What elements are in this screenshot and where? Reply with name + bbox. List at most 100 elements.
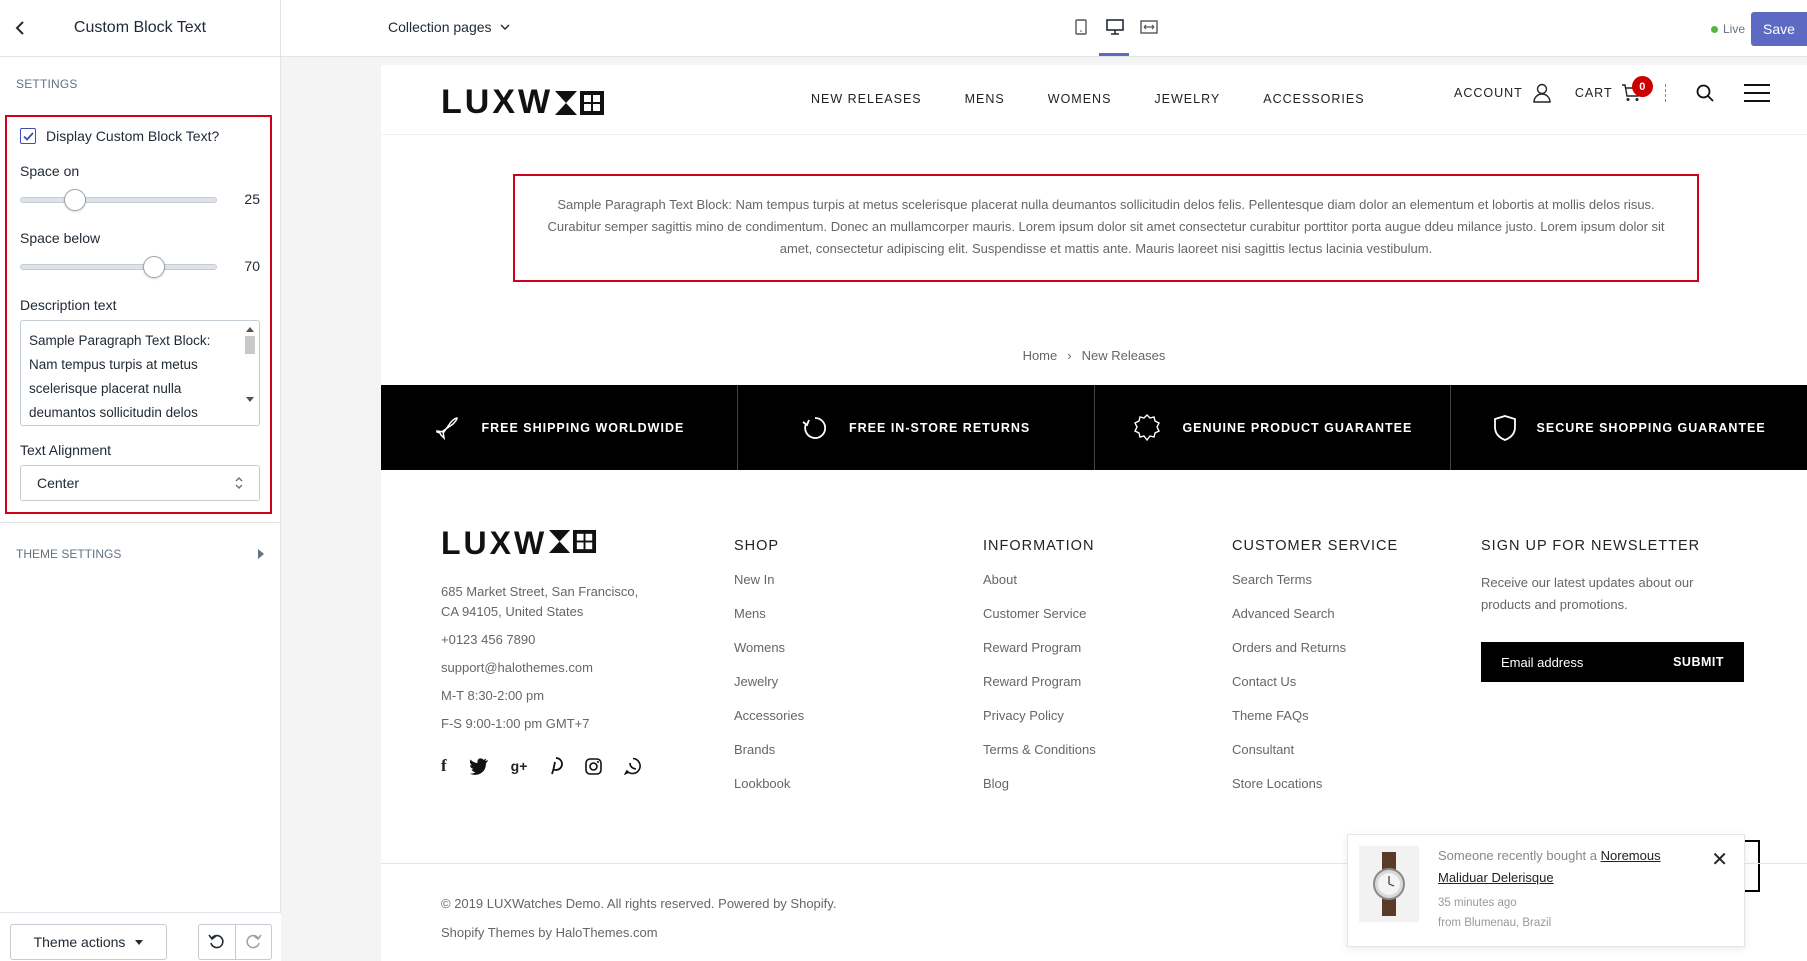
display-checkbox-row[interactable]: Display Custom Block Text? (20, 128, 219, 144)
whatsapp-icon[interactable] (624, 757, 642, 775)
footer-link[interactable]: Orders and Returns (1232, 640, 1452, 674)
newsletter-submit-button[interactable]: SUBMIT (1673, 655, 1724, 669)
redo-button[interactable] (234, 925, 272, 959)
footer-link[interactable]: Theme FAQs (1232, 708, 1452, 742)
scroll-up-arrow-icon[interactable] (246, 327, 254, 332)
space-below-slider[interactable] (20, 256, 217, 278)
feature-guarantee-label: GENUINE PRODUCT GUARANTEE (1182, 420, 1413, 435)
footer-logo[interactable]: LUXW (441, 525, 597, 562)
space-on-value: 25 (244, 191, 260, 207)
popup-text: Someone recently bought a (1438, 848, 1597, 863)
scroll-down-arrow-icon[interactable] (246, 397, 254, 402)
footer-link[interactable]: Store Locations (1232, 776, 1452, 810)
facebook-icon[interactable]: f (441, 756, 447, 776)
nav-item-new-releases[interactable]: NEW RELEASES (811, 92, 922, 106)
account-link[interactable]: ACCOUNT (1454, 86, 1523, 100)
custom-text-block: Sample Paragraph Text Block: Nam tempus … (513, 174, 1699, 282)
footer-link[interactable]: Accessories (734, 708, 954, 742)
fullscreen-view-button[interactable] (1139, 16, 1159, 38)
footer-link[interactable]: Mens (734, 606, 954, 640)
site-footer: LUXW 685 Market Street, San Francisco, C… (381, 470, 1807, 810)
footer-link[interactable]: Reward Program (983, 674, 1203, 708)
feature-secure-label: SECURE SHOPPING GUARANTEE (1536, 420, 1766, 435)
space-on-slider[interactable] (20, 189, 217, 211)
footer-email[interactable]: support@halothemes.com (441, 658, 671, 678)
footer-link[interactable]: Brands (734, 742, 954, 776)
google-plus-icon[interactable]: g+ (511, 758, 528, 774)
nav-item-jewelry[interactable]: JEWELRY (1154, 92, 1220, 106)
caret-down-icon (135, 939, 144, 945)
theme-actions-button[interactable]: Theme actions (10, 924, 167, 960)
cart-count-badge: 0 (1631, 76, 1653, 97)
footer-link[interactable]: New In (734, 572, 954, 606)
theme-settings-label: THEME SETTINGS (16, 547, 122, 561)
panel-title: Custom Block Text (73, 19, 207, 36)
footer-link[interactable]: Customer Service (983, 606, 1203, 640)
footer-link[interactable]: Womens (734, 640, 954, 674)
footer-address-line1: 685 Market Street, San Francisco, (441, 584, 639, 599)
badge-icon (1134, 413, 1161, 441)
popup-location: from Blumenau, Brazil (1438, 917, 1552, 929)
breadcrumb-separator-icon: › (1067, 348, 1072, 363)
device-switcher (1071, 16, 1159, 38)
footer-info-title: INFORMATION (983, 538, 1095, 554)
desktop-view-button[interactable] (1105, 16, 1125, 38)
display-checkbox[interactable] (20, 128, 36, 144)
back-button[interactable] (0, 0, 40, 57)
social-links: f g+ (441, 756, 642, 776)
save-button[interactable]: Save (1751, 12, 1807, 46)
nav-item-accessories[interactable]: ACCESSORIES (1263, 92, 1364, 106)
site-logo[interactable]: LUXW (441, 83, 605, 122)
template-select[interactable]: Collection pages (388, 19, 510, 35)
undo-button[interactable] (199, 925, 235, 959)
mobile-view-button[interactable] (1071, 16, 1091, 38)
footer-link[interactable]: Privacy Policy (983, 708, 1203, 742)
newsletter-email-input[interactable]: Email address (1501, 655, 1583, 670)
alignment-label: Text Alignment (20, 442, 112, 458)
footer-link[interactable]: About (983, 572, 1203, 606)
footer-phone[interactable]: +0123 456 7890 (441, 630, 671, 650)
footer-col-shop: SHOP New In Mens Womens Jewelry Accessor… (734, 538, 954, 810)
nav-item-womens[interactable]: WOMENS (1048, 92, 1112, 106)
footer-link[interactable]: Advanced Search (1232, 606, 1452, 640)
chevron-left-icon (15, 21, 24, 35)
watch-product-image[interactable] (1359, 846, 1419, 922)
instagram-icon[interactable] (585, 757, 603, 775)
twitter-icon[interactable] (469, 757, 489, 775)
footer-link[interactable]: Contact Us (1232, 674, 1452, 708)
breadcrumb-home[interactable]: Home (1023, 348, 1058, 363)
footer-link[interactable]: Reward Program (983, 640, 1203, 674)
cart-label: CART (1574, 86, 1613, 100)
footer-link[interactable]: Jewelry (734, 674, 954, 708)
close-icon[interactable]: ✕ (1711, 847, 1728, 872)
user-icon[interactable] (1533, 83, 1551, 103)
theme-settings-toggle[interactable]: THEME SETTINGS (0, 522, 280, 585)
site-header: LUXW NEW RELEASES MENS WOMENS JEWELRY AC… (381, 65, 1807, 135)
live-status: Live (1711, 22, 1745, 36)
pinterest-icon[interactable] (549, 757, 564, 775)
footer-link[interactable]: Consultant (1232, 742, 1452, 776)
theme-actions-label: Theme actions (33, 934, 126, 950)
space-below-slider-thumb[interactable] (143, 256, 165, 278)
space-on-label: Space on (20, 163, 80, 179)
footer-link[interactable]: Blog (983, 776, 1203, 810)
footer-link[interactable]: Lookbook (734, 776, 954, 810)
checkmark-icon (22, 131, 34, 141)
undo-icon (208, 934, 224, 949)
shield-icon (1493, 414, 1516, 441)
features-bar: FREE SHIPPING WORLDWIDE FREE IN-STORE RE… (381, 385, 1807, 470)
nav-item-mens[interactable]: MENS (965, 92, 1005, 106)
footer-link[interactable]: Terms & Conditions (983, 742, 1203, 776)
footer-link[interactable]: Search Terms (1232, 572, 1452, 606)
scrollbar-thumb[interactable] (245, 336, 255, 354)
textarea-scrollbar[interactable] (243, 323, 257, 423)
cart-link[interactable]: CART 0 (1574, 76, 1653, 102)
description-textarea[interactable]: Sample Paragraph Text Block: Nam tempus … (20, 320, 260, 426)
footer-hours-1: M-T 8:30-2:00 pm (441, 688, 545, 703)
return-icon (802, 416, 827, 439)
header-divider (1664, 84, 1666, 102)
space-on-slider-thumb[interactable] (64, 189, 86, 211)
alignment-select[interactable]: Center (20, 465, 260, 501)
search-icon[interactable] (1696, 84, 1714, 102)
menu-icon[interactable] (1743, 84, 1770, 102)
